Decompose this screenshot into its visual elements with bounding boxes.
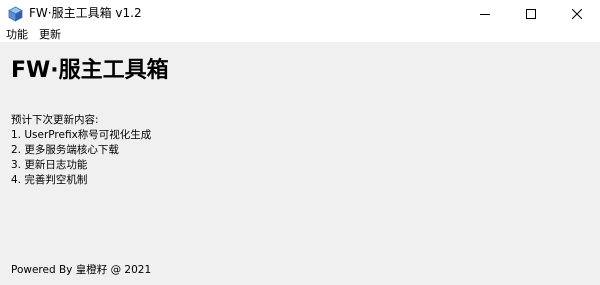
window-title: FW·服主工具箱 v1.2 bbox=[29, 6, 142, 20]
maximize-icon bbox=[526, 9, 536, 19]
app-box-icon bbox=[8, 6, 23, 22]
notes-title: 预计下次更新内容: bbox=[11, 114, 99, 126]
close-icon bbox=[572, 9, 582, 19]
update-notes: 预计下次更新内容: 1. UserPrefix称号可视化生成 2. 更多服务端核… bbox=[11, 113, 151, 188]
minimize-icon bbox=[480, 14, 490, 15]
note-item: 1. UserPrefix称号可视化生成 bbox=[11, 129, 152, 141]
minimize-button[interactable] bbox=[462, 0, 508, 28]
menu-bar: 功能 更新 bbox=[0, 28, 600, 42]
title-bar: FW·服主工具箱 v1.2 bbox=[0, 0, 600, 28]
close-button[interactable] bbox=[554, 0, 600, 28]
note-item: 4. 完善判空机制 bbox=[11, 174, 88, 186]
note-item: 2. 更多服务端核心下载 bbox=[11, 144, 119, 156]
menu-item-update[interactable]: 更新 bbox=[37, 28, 63, 42]
main-panel: FW·服主工具箱 预计下次更新内容: 1. UserPrefix称号可视化生成 … bbox=[0, 42, 600, 285]
menu-item-function[interactable]: 功能 bbox=[4, 28, 30, 42]
maximize-button[interactable] bbox=[508, 0, 554, 28]
note-item: 3. 更新日志功能 bbox=[11, 159, 88, 171]
footer-credit: Powered By 皇橙籽 @ 2021 bbox=[11, 264, 152, 276]
app-heading: FW·服主工具箱 bbox=[11, 58, 169, 83]
